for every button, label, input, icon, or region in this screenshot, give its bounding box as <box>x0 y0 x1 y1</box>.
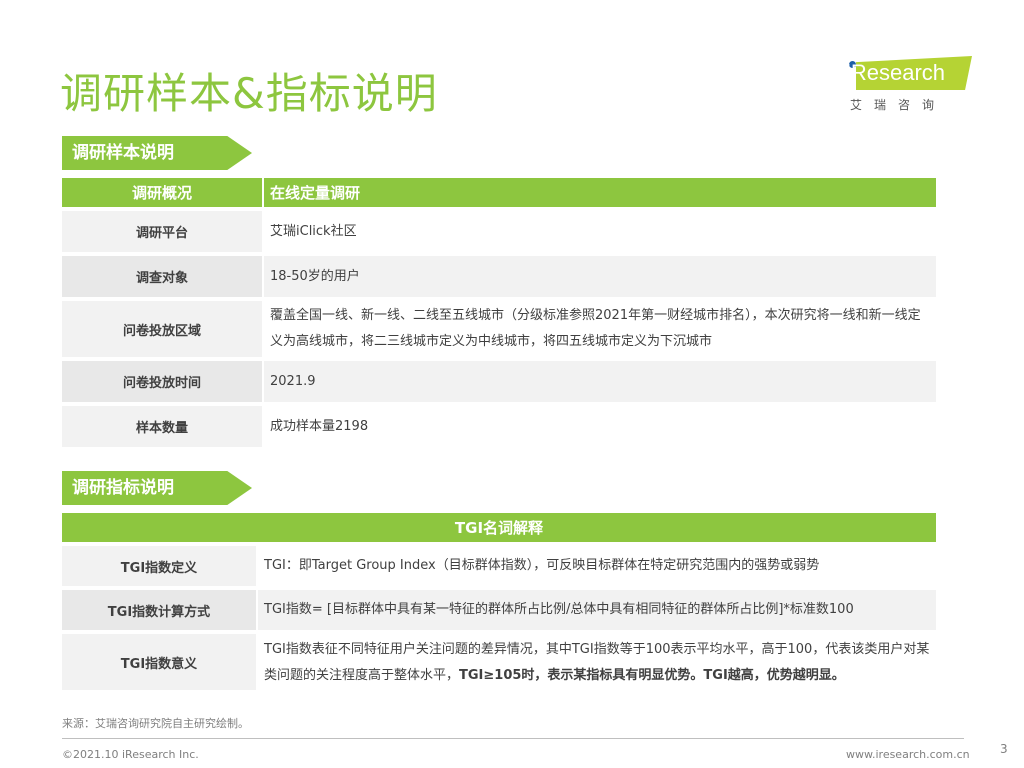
table-header-value: 在线定量调研 <box>264 178 936 207</box>
table-header-label: 调研概况 <box>62 178 262 207</box>
tgi-header: TGI名词解释 <box>62 513 936 542</box>
copyright: ©2021.10 iResearch Inc. <box>62 748 199 761</box>
page-number: 3 <box>1000 742 1008 756</box>
row-value: TGI指数= [目标群体中具有某一特征的群体所占比例/总体中具有相同特征的群体所… <box>258 590 936 630</box>
row-label: TGI指数定义 <box>62 546 256 586</box>
row-value: 2021.9 <box>264 361 936 402</box>
row-label: 调查对象 <box>62 256 262 297</box>
row-label: 问卷投放时间 <box>62 361 262 402</box>
row-label: 调研平台 <box>62 211 262 252</box>
website-link[interactable]: www.iresearch.com.cn <box>846 748 970 761</box>
row-value: 覆盖全国一线、新一线、二线至五线城市（分级标准参照2021年第一财经城市排名），… <box>270 308 921 349</box>
section-banner-indicators: 调研指标说明 <box>62 471 252 505</box>
row-value: TGI指数表征不同特征用户关注问题的差异情况，其中TGI指数等于100表示平均水… <box>264 642 930 683</box>
row-value: TGI：即Target Group Index（目标群体指数），可反映目标群体在… <box>264 558 820 573</box>
row-value: 成功样本量2198 <box>270 418 369 434</box>
page-title: 调研样本&指标说明 <box>60 69 438 118</box>
row-value: 艾瑞iClick社区 <box>270 223 357 239</box>
section-banner-sample: 调研样本说明 <box>62 136 252 170</box>
row-value: 18-50岁的用户 <box>264 256 936 297</box>
row-label: 样本数量 <box>62 406 262 447</box>
row-label: TGI指数计算方式 <box>62 590 256 630</box>
iresearch-logo: iResearch 艾瑞咨询 <box>846 54 972 114</box>
row-label: 问卷投放区域 <box>62 301 262 357</box>
row-label: TGI指数意义 <box>62 634 256 690</box>
footer-divider <box>62 738 964 739</box>
source-note: 来源：艾瑞咨询研究院自主研究绘制。 <box>62 717 249 730</box>
